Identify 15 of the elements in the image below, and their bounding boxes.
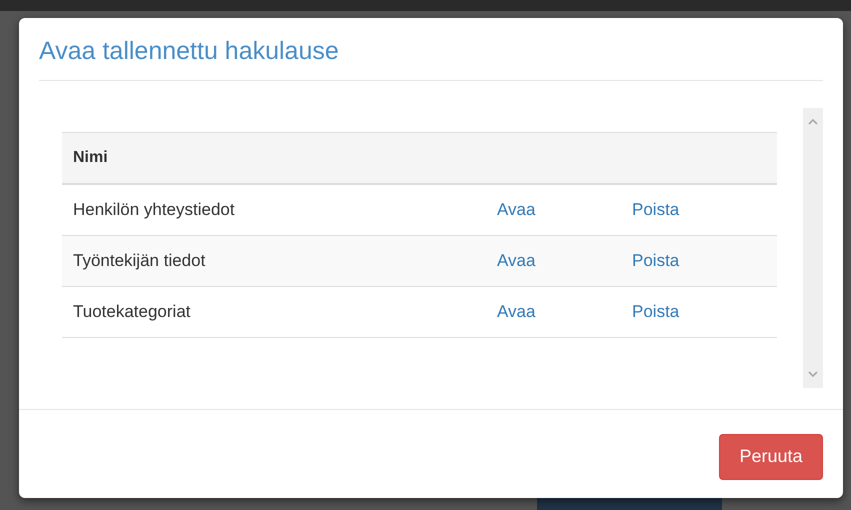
cancel-button[interactable]: Peruuta: [719, 434, 823, 480]
table-cell: Henkilön yhteystiedot: [73, 200, 235, 219]
table-cell: Tuotekategoriat: [73, 302, 190, 321]
open-link[interactable]: Avaa: [497, 251, 536, 270]
table-cell: Työntekijän tiedot: [73, 251, 206, 270]
delete-link[interactable]: Poista: [632, 302, 680, 321]
column-header: Nimi: [62, 132, 486, 184]
scroll-down-icon[interactable]: [808, 371, 818, 378]
delete-link[interactable]: Poista: [632, 200, 680, 219]
dialog-title: Avaa tallennettu hakulause: [39, 36, 339, 66]
delete-link[interactable]: Poista: [632, 251, 680, 270]
scrollbar[interactable]: [803, 108, 823, 388]
open-link[interactable]: Avaa: [497, 302, 536, 321]
open-link[interactable]: Avaa: [497, 200, 536, 219]
scroll-up-icon[interactable]: [808, 118, 818, 125]
